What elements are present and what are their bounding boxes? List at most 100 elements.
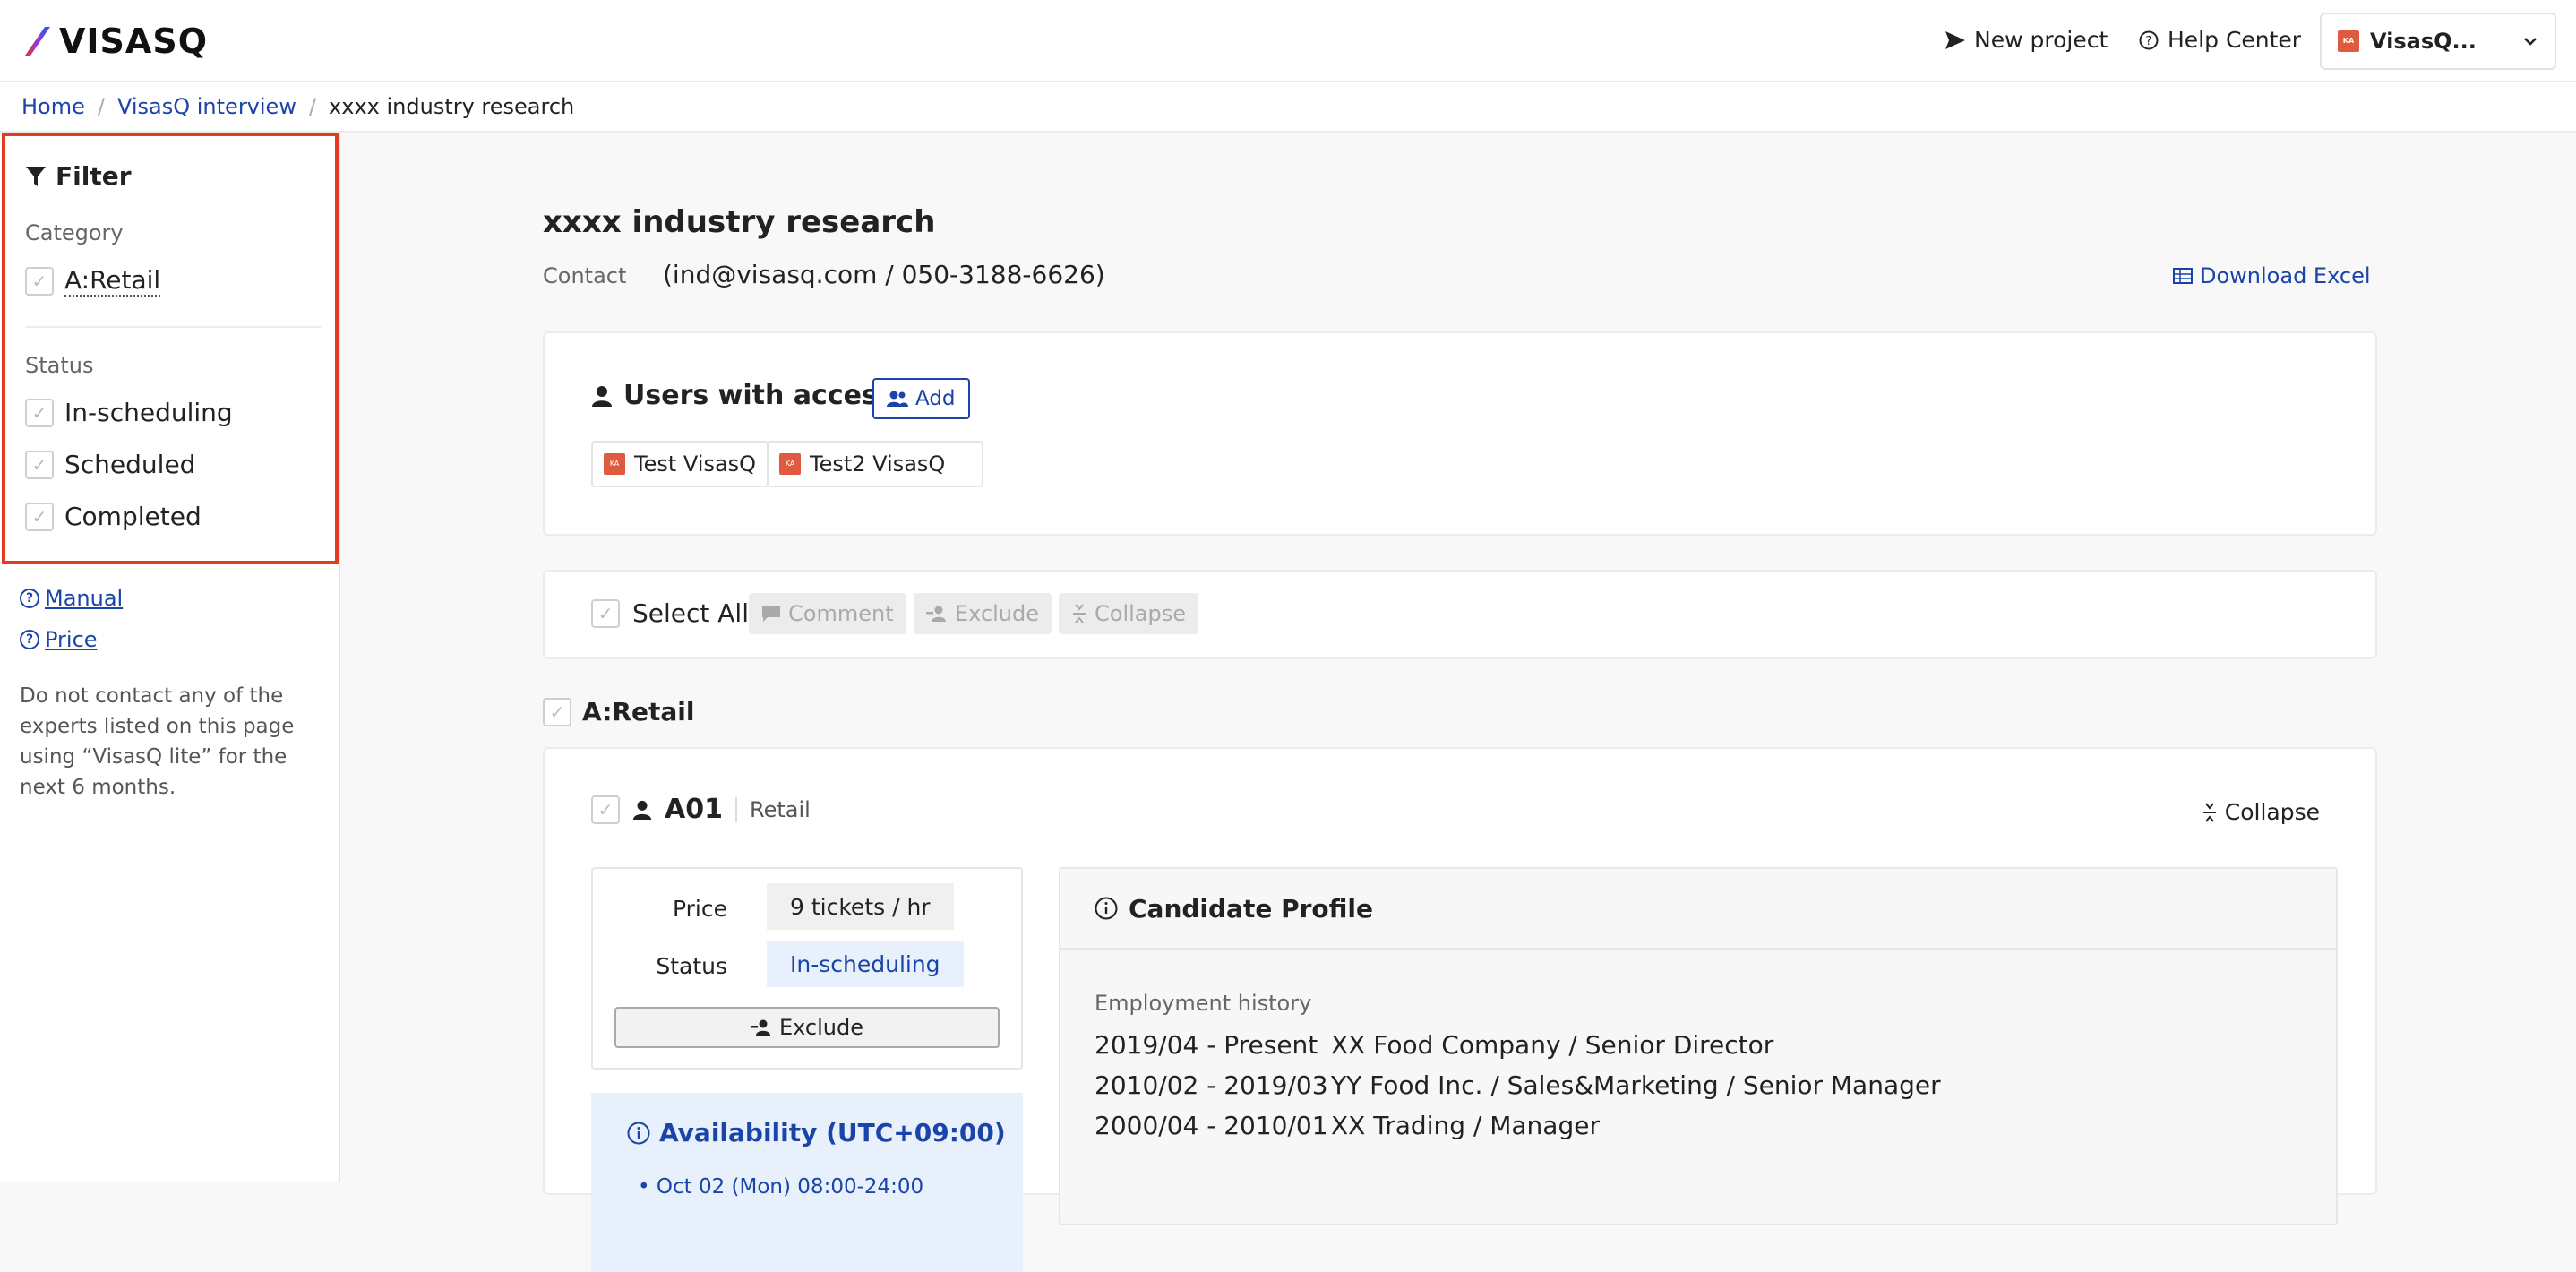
employment-dates: 2010/02 - 2019/03 <box>1095 1070 1328 1100</box>
account-menu[interactable]: KA VisasQ... <box>2320 13 2556 70</box>
breadcrumb-parent[interactable]: VisasQ interview <box>117 94 296 119</box>
collapse-icon <box>2202 802 2216 822</box>
contact-label: Contact <box>543 263 627 288</box>
help-center-link[interactable]: ? Help Center <box>2139 27 2301 53</box>
filter-heading: Filter <box>25 161 132 191</box>
checkbox[interactable]: ✓ <box>25 398 54 427</box>
divider <box>25 326 321 328</box>
employment-dates: 2000/04 - 2010/01 <box>1095 1111 1328 1140</box>
comment-icon <box>762 606 780 622</box>
candidate-header: ✓ A01 Retail <box>591 794 811 825</box>
exclude-button[interactable]: Exclude <box>914 593 1052 634</box>
question-circle-icon: ? <box>20 630 39 649</box>
new-project-label: New project <box>1974 27 2108 53</box>
status-label: Status <box>656 953 727 979</box>
exclude-candidate-button[interactable]: Exclude <box>614 1007 1000 1048</box>
select-all-label: Select All <box>632 598 749 628</box>
user-chip-name: Test2 VisasQ <box>810 451 946 477</box>
employment-row: 2019/04 - Present XX Food Company / Seni… <box>1095 1030 1773 1060</box>
exclude-candidate-label: Exclude <box>778 1015 864 1040</box>
filter-funnel-icon <box>26 166 46 186</box>
breadcrumb-separator: / <box>97 94 105 119</box>
status-filter-completed[interactable]: ✓ Completed <box>25 502 202 531</box>
collapse-icon <box>1073 604 1086 623</box>
page-title: xxxx industry research <box>543 204 936 240</box>
filter-title: Filter <box>56 161 132 191</box>
add-user-icon <box>887 391 908 407</box>
employment-history-label: Employment history <box>1095 991 1312 1016</box>
price-link-label: Price <box>45 627 98 652</box>
comment-label: Comment <box>788 601 894 626</box>
add-user-button[interactable]: Add <box>872 378 970 419</box>
group-label: A:Retail <box>582 697 695 726</box>
users-access-heading: Users with access <box>591 380 894 411</box>
breadcrumb-current: xxxx industry research <box>329 94 575 119</box>
group-header-retail[interactable]: ✓ A:Retail <box>543 697 694 726</box>
employment-detail: XX Food Company / Senior Director <box>1331 1030 1774 1060</box>
comment-button[interactable]: Comment <box>749 593 906 634</box>
candidate-category: Retail <box>734 796 811 822</box>
user-chip[interactable]: KA Test2 VisasQ <box>767 441 983 487</box>
status-option-label: Scheduled <box>64 450 196 479</box>
access-card: Users with access Add KA Test VisasQ KA … <box>543 331 2377 536</box>
select-all[interactable]: ✓ Select All <box>591 598 749 628</box>
breadcrumb-home[interactable]: Home <box>21 94 85 119</box>
candidate-card: ✓ A01 Retail Collapse Price 9 tickets / … <box>543 747 2377 1272</box>
status-badge: In-scheduling <box>767 941 964 987</box>
bulk-actions-bar: ✓ Select All Comment Exclude Collapse <box>543 570 2377 659</box>
top-bar: VISASQ New project ? Help Center KA Visa… <box>0 0 2576 82</box>
excel-icon <box>2173 268 2193 284</box>
user-chip[interactable]: KA Test VisasQ <box>591 441 769 487</box>
chevron-down-icon <box>2524 38 2537 46</box>
candidate-profile-title: Candidate Profile <box>1129 893 1373 924</box>
collapse-candidate-button[interactable]: Collapse <box>2202 799 2320 825</box>
users-access-title: Users with access <box>623 380 894 411</box>
candidate-checkbox[interactable]: ✓ <box>591 795 620 824</box>
user-icon <box>632 800 652 820</box>
candidate-profile-heading: Candidate Profile <box>1060 869 2336 950</box>
employment-detail: XX Trading / Manager <box>1331 1111 1600 1140</box>
info-icon <box>1095 897 1118 920</box>
category-filter-retail[interactable]: ✓ A:Retail <box>25 265 161 297</box>
user-icon <box>592 385 612 407</box>
user-avatar: KA <box>604 453 625 475</box>
add-user-label: Add <box>915 387 956 410</box>
breadcrumb-separator: / <box>308 94 317 119</box>
checkbox[interactable]: ✓ <box>25 266 54 296</box>
manual-link[interactable]: ? Manual <box>20 586 123 611</box>
select-all-checkbox[interactable]: ✓ <box>591 598 620 628</box>
collapse-all-button[interactable]: Collapse <box>1059 593 1198 634</box>
checkbox[interactable]: ✓ <box>25 502 54 531</box>
candidate-profile-panel: Candidate Profile Employment history 201… <box>1059 867 2338 1225</box>
visasq-logo[interactable]: VISASQ <box>21 21 208 61</box>
candidate-id: A01 <box>665 794 723 825</box>
status-option-label: In-scheduling <box>64 398 233 427</box>
breadcrumb: Home / VisasQ interview / xxxx industry … <box>0 82 2576 133</box>
category-label: Category <box>25 220 124 245</box>
new-project-link[interactable]: New project <box>1945 27 2108 53</box>
question-circle-icon: ? <box>20 589 39 608</box>
manual-link-label: Manual <box>45 586 124 611</box>
logo-text: VISASQ <box>59 21 208 61</box>
account-name: VisasQ... <box>2370 29 2477 54</box>
contact-notice: Do not contact any of the experts listed… <box>20 684 295 799</box>
status-filter-in-scheduling[interactable]: ✓ In-scheduling <box>25 398 233 427</box>
remove-user-icon <box>750 1019 770 1036</box>
group-checkbox[interactable]: ✓ <box>543 697 571 726</box>
status-label: Status <box>25 353 94 378</box>
exclude-label: Exclude <box>955 601 1040 626</box>
price-link[interactable]: ? Price <box>20 627 98 652</box>
price-status-panel: Price 9 tickets / hr Status In-schedulin… <box>591 867 1023 1070</box>
help-center-label: Help Center <box>2168 27 2302 53</box>
employment-dates: 2019/04 - Present <box>1095 1030 1318 1060</box>
filter-panel: Filter Category ✓ A:Retail Status ✓ In-s… <box>2 133 339 564</box>
collapse-label: Collapse <box>1095 601 1186 626</box>
status-filter-scheduled[interactable]: ✓ Scheduled <box>25 450 195 479</box>
send-icon <box>1945 30 1965 49</box>
download-excel-link[interactable]: Download Excel <box>2173 263 2371 288</box>
price-label: Price <box>673 896 727 922</box>
checkbox[interactable]: ✓ <box>25 450 54 479</box>
employment-row: 2000/04 - 2010/01 XX Trading / Manager <box>1095 1111 1600 1140</box>
contact-value: (ind@visasq.com / 050-3188-6626) <box>663 260 1105 289</box>
availability-panel: Availability (UTC+09:00) • Oct 02 (Mon) … <box>591 1093 1023 1272</box>
